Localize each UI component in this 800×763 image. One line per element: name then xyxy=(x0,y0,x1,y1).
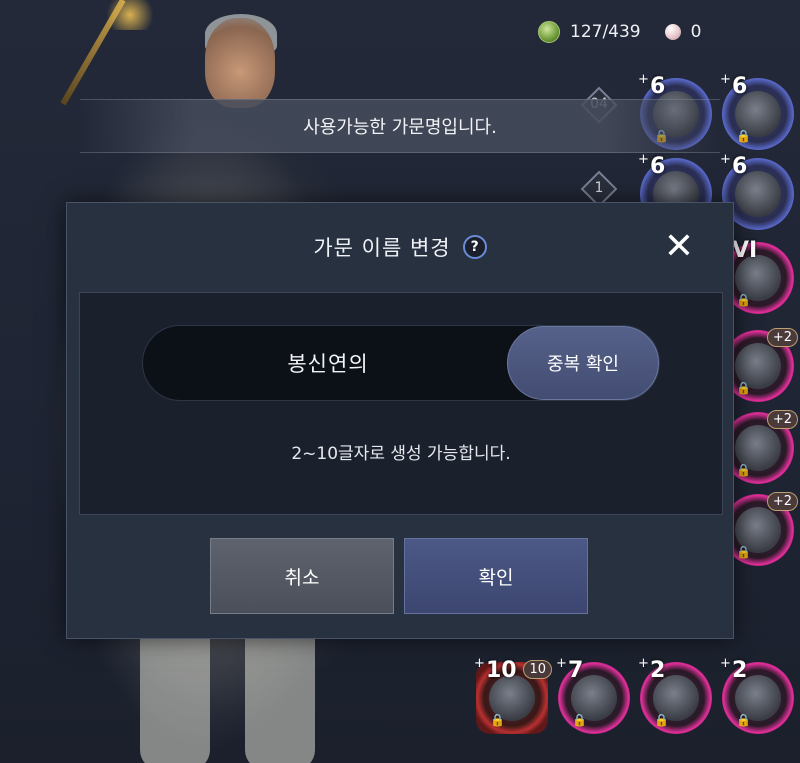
lock-icon: 🔒 xyxy=(736,463,751,477)
toast-message: 사용가능한 가문명입니다. xyxy=(303,117,497,138)
cancel-button[interactable]: 취소 xyxy=(210,538,394,614)
slot-badge: +2 xyxy=(766,492,798,511)
dialog-title: 가문 이름 변경 xyxy=(313,236,451,260)
slot-level: VI xyxy=(732,238,758,263)
lock-icon: 🔒 xyxy=(736,381,751,395)
character-leg-left xyxy=(140,620,210,763)
slot-level: 7 xyxy=(568,658,584,683)
lock-icon: 🔒 xyxy=(736,293,751,307)
slot-level: 6 xyxy=(732,154,748,179)
help-icon[interactable]: ? xyxy=(462,235,487,259)
slot-level: 10 xyxy=(486,658,517,683)
equip-slot[interactable]: + 2 🔒 xyxy=(638,656,712,734)
toast-notification: 사용가능한 가문명입니다. xyxy=(80,99,720,153)
slot-plus: + xyxy=(638,656,649,671)
slot-plus: + xyxy=(720,152,731,167)
lock-icon: 🔒 xyxy=(572,713,587,727)
slot-level: 2 xyxy=(650,658,666,683)
slot-level: 6 xyxy=(732,74,748,99)
energy-icon xyxy=(538,21,560,43)
slot-plus: + xyxy=(638,152,649,167)
lock-icon: 🔒 xyxy=(736,545,751,559)
family-name-input[interactable]: 봉신연의 xyxy=(143,326,513,400)
rename-family-dialog: 가문 이름 변경 ? ✕ 봉신연의 중복 확인 2~10글자로 생성 가능합니다… xyxy=(66,202,734,639)
slot-plus: + xyxy=(638,72,649,87)
dialog-body: 봉신연의 중복 확인 2~10글자로 생성 가능합니다. xyxy=(79,292,723,515)
character-ornament xyxy=(100,0,160,30)
pearl-count: 0 xyxy=(690,22,702,42)
diamond-label-1: 1 xyxy=(594,180,604,196)
lock-icon: 🔒 xyxy=(736,713,751,727)
slot-badge: +2 xyxy=(766,328,798,347)
slot-plus: + xyxy=(720,656,731,671)
lock-icon: 🔒 xyxy=(736,129,751,143)
slot-badge: 10 xyxy=(523,660,552,679)
family-name-field[interactable]: 봉신연의 중복 확인 xyxy=(142,325,660,401)
lock-icon: 🔒 xyxy=(654,713,669,727)
lock-icon: 🔒 xyxy=(490,713,505,727)
duplicate-check-button[interactable]: 중복 확인 xyxy=(507,326,659,400)
resource-bar: 127/439 0 xyxy=(538,18,701,46)
confirm-button[interactable]: 확인 xyxy=(404,538,588,614)
slot-plus: + xyxy=(474,656,485,671)
slot-level: 6 xyxy=(650,154,666,179)
slot-level: 2 xyxy=(732,658,748,683)
equip-slot[interactable]: + 2 🔒 xyxy=(720,656,794,734)
dialog-header: 가문 이름 변경 ? xyxy=(67,203,733,291)
equip-slot[interactable]: + 7 🔒 xyxy=(556,656,630,734)
energy-count: 127/439 xyxy=(570,22,641,42)
pearl-icon xyxy=(664,24,681,40)
equip-slot[interactable]: + 10 10 🔒 xyxy=(474,656,552,734)
character-head xyxy=(205,18,275,108)
close-icon[interactable]: ✕ xyxy=(663,229,695,265)
slot-level: 6 xyxy=(650,74,666,99)
slot-plus: + xyxy=(556,656,567,671)
skill-slot[interactable]: + 6 🔒 xyxy=(720,72,794,150)
name-length-hint: 2~10글자로 생성 가능합니다. xyxy=(291,444,511,464)
slot-badge: +2 xyxy=(766,410,798,429)
slot-plus: + xyxy=(720,72,731,87)
character-leg-right xyxy=(245,620,315,763)
